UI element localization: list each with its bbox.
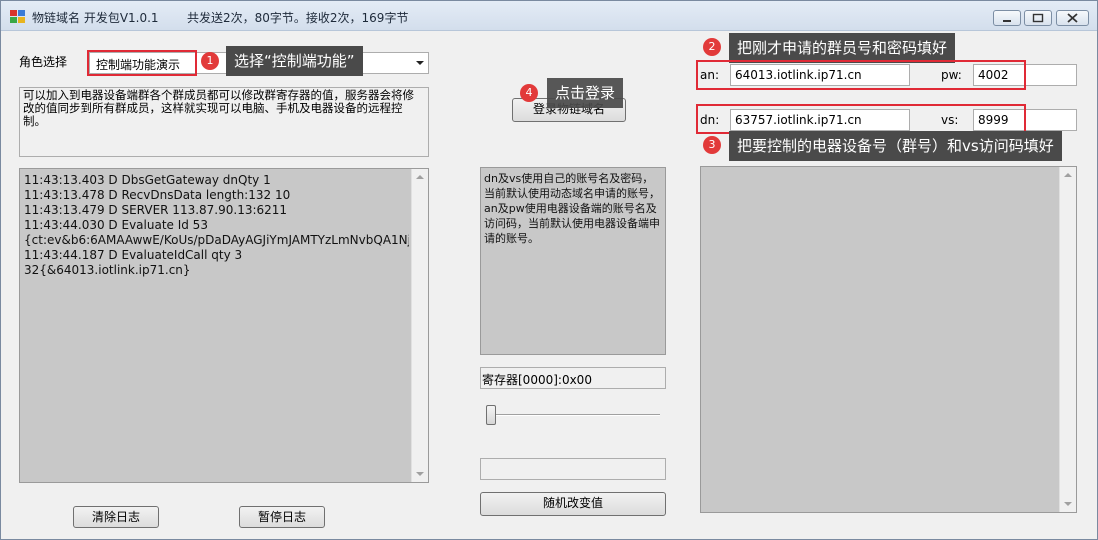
pause-log-button[interactable]: 暂停日志 xyxy=(239,506,325,528)
log-line: 11:43:13.479 D SERVER 113.87.90.13:6211 xyxy=(24,203,288,217)
slider-thumb[interactable] xyxy=(486,405,496,425)
log-panel[interactable]: 11:43:13.403 D DbsGetGateway dnQty 1 11:… xyxy=(19,168,429,483)
maximize-icon xyxy=(1032,13,1044,23)
window-title: 物链域名 开发包V1.0.1 xyxy=(32,11,159,25)
minimize-icon xyxy=(1003,20,1011,22)
callout-step-3: 把要控制的电器设备号（群号）和vs访问码填好 xyxy=(729,131,1062,161)
log-line: 11:43:44.030 D Evaluate Id 53 xyxy=(24,218,208,232)
role-label: 角色选择 xyxy=(19,55,68,69)
log-line: 11:43:13.478 D RecvDnsData length:132 10 xyxy=(24,188,291,202)
scroll-up-icon xyxy=(416,175,424,179)
step-badge-3: 3 xyxy=(703,136,721,154)
chevron-down-icon xyxy=(416,61,424,65)
log-scrollbar[interactable] xyxy=(411,169,428,482)
callout-step-1: 选择“控制端功能” xyxy=(226,46,363,76)
register-slider[interactable] xyxy=(480,404,666,428)
highlight-box-role xyxy=(87,50,197,76)
info-panel: dn及vs使用自己的账号名及密码，当前默认使用动态域名申请的账号，an及pw使用… xyxy=(480,167,666,355)
title-bar: 物链域名 开发包V1.0.1 共发送2次，80字节。接收2次，169字节 xyxy=(1,1,1097,31)
maximize-button[interactable] xyxy=(1024,10,1052,26)
scroll-up-icon xyxy=(1064,173,1072,177)
log-line: 11:43:44.187 D EvaluateIdCall qty 3 32{&… xyxy=(24,248,243,277)
register-display: 寄存器[0000]:0x00 xyxy=(480,367,666,389)
log-line: 11:43:13.403 D DbsGetGateway dnQty 1 xyxy=(24,173,271,187)
log-line: {ct:ev&b6:6AMAAwwE/KoUs/pDaDAyAGJiYmJAMT… xyxy=(24,233,409,247)
clear-log-button[interactable]: 清除日志 xyxy=(73,506,159,528)
highlight-box-an-pw xyxy=(696,60,1026,90)
random-change-button[interactable]: 随机改变值 xyxy=(480,492,666,516)
close-button[interactable] xyxy=(1056,10,1089,26)
app-icon xyxy=(10,10,25,23)
register-label: 寄存器[0000]:0x00 xyxy=(482,373,592,387)
minimize-button[interactable] xyxy=(993,10,1021,26)
description-box: 可以加入到电器设备端群各个群成员都可以修改群寄存器的值，服务器会将修改的值同步到… xyxy=(19,87,429,157)
scroll-down-icon xyxy=(1064,502,1072,506)
value-display xyxy=(480,458,666,480)
description-text: 可以加入到电器设备端群各个群成员都可以修改群寄存器的值，服务器会将修改的值同步到… xyxy=(23,88,414,128)
app-window: 物链域名 开发包V1.0.1 共发送2次，80字节。接收2次，169字节 角色选… xyxy=(0,0,1098,540)
traffic-status: 共发送2次，80字节。接收2次，169字节 xyxy=(187,11,409,25)
close-icon xyxy=(1067,13,1078,23)
slider-track xyxy=(486,414,660,416)
callout-step-2: 把刚才申请的群员号和密码填好 xyxy=(729,33,956,63)
scroll-down-icon xyxy=(416,472,424,476)
callout-step-4: 点击登录 xyxy=(547,78,624,108)
device-panel[interactable] xyxy=(700,166,1077,513)
step-badge-2: 2 xyxy=(703,38,721,56)
highlight-box-dn-vs xyxy=(696,104,1026,134)
device-panel-scrollbar[interactable] xyxy=(1059,167,1076,512)
step-badge-4: 4 xyxy=(520,84,538,102)
step-badge-1: 1 xyxy=(201,52,219,70)
log-text: 11:43:13.403 D DbsGetGateway dnQty 1 11:… xyxy=(24,173,409,278)
info-text: dn及vs使用自己的账号名及密码，当前默认使用动态域名申请的账号，an及pw使用… xyxy=(484,172,660,245)
